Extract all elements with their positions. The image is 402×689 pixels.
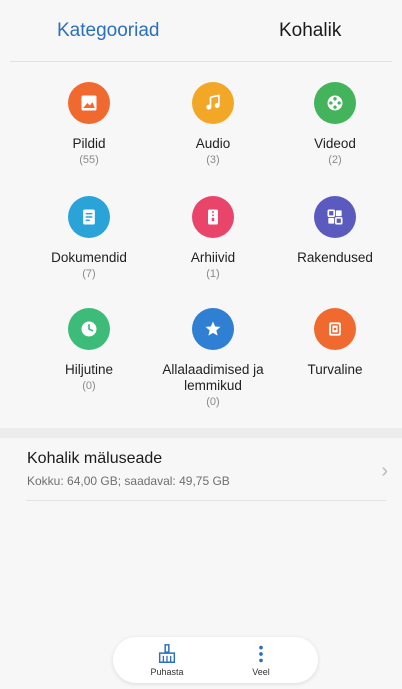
category-count: (0) (82, 380, 96, 392)
clock-icon (68, 308, 110, 350)
archive-zip-icon (192, 196, 234, 238)
tab-bar: Kategooriad Kohalik (0, 0, 402, 60)
category-grid: Pildid (55) Audio (3) Videod (2) Dokumen… (0, 68, 402, 418)
more-vertical-icon (231, 643, 291, 665)
document-icon (68, 196, 110, 238)
category-count: (55) (79, 154, 99, 166)
storage-title: Kohalik mäluseade (27, 450, 163, 467)
category-allalaadimised[interactable]: Allalaadimised ja lemmikud (0) (146, 294, 280, 408)
apps-grid-icon (314, 196, 356, 238)
category-count: (1) (206, 268, 220, 280)
more-label: Veel (252, 667, 270, 677)
category-label: Rakendused (297, 250, 373, 265)
category-label: Dokumendid (51, 250, 127, 265)
clean-button[interactable]: Puhasta (137, 643, 197, 677)
category-rakendused[interactable]: Rakendused (268, 182, 402, 268)
clean-label: Puhasta (150, 667, 184, 677)
film-reel-icon (314, 82, 356, 124)
category-label: Hiljutine (64, 362, 114, 377)
storage-local-device[interactable]: Kohalik mäluseade Kokku: 64,00 GB; saada… (0, 438, 402, 498)
category-count: (7) (82, 268, 96, 280)
image-icon (68, 82, 110, 124)
chevron-right-icon: › (381, 460, 388, 482)
tab-categories[interactable]: Kategooriad (57, 20, 159, 42)
category-audio[interactable]: Audio (3) (146, 68, 280, 166)
music-note-icon (192, 82, 234, 124)
category-count: (2) (328, 154, 342, 166)
category-label: Audio (195, 136, 231, 151)
storage-capacity: Kokku: 64,00 GB; saadaval: 49,75 GB (27, 474, 230, 488)
category-turvaline[interactable]: Turvaline (268, 294, 402, 380)
tab-local[interactable]: Kohalik (279, 20, 341, 42)
category-label: Pildid (72, 136, 106, 151)
category-label: Videod (314, 136, 356, 151)
category-dokumendid[interactable]: Dokumendid (7) (22, 182, 156, 280)
category-count: (0) (206, 396, 220, 408)
category-videod[interactable]: Videod (2) (268, 68, 402, 166)
category-count: (3) (206, 154, 220, 166)
section-separator (0, 428, 402, 438)
category-pildid[interactable]: Pildid (55) (22, 68, 156, 166)
category-label: Allalaadimised ja lemmikud (162, 362, 264, 393)
broom-icon (137, 643, 197, 665)
divider (10, 61, 392, 62)
bottom-action-bar: Puhasta Veel (113, 637, 318, 683)
divider (26, 500, 386, 501)
star-icon (192, 308, 234, 350)
more-button[interactable]: Veel (231, 643, 291, 677)
safe-icon (314, 308, 356, 350)
category-hiljutine[interactable]: Hiljutine (0) (22, 294, 156, 392)
category-label: Turvaline (307, 362, 363, 377)
category-label: Arhiivid (190, 250, 236, 265)
category-arhiivid[interactable]: Arhiivid (1) (146, 182, 280, 280)
